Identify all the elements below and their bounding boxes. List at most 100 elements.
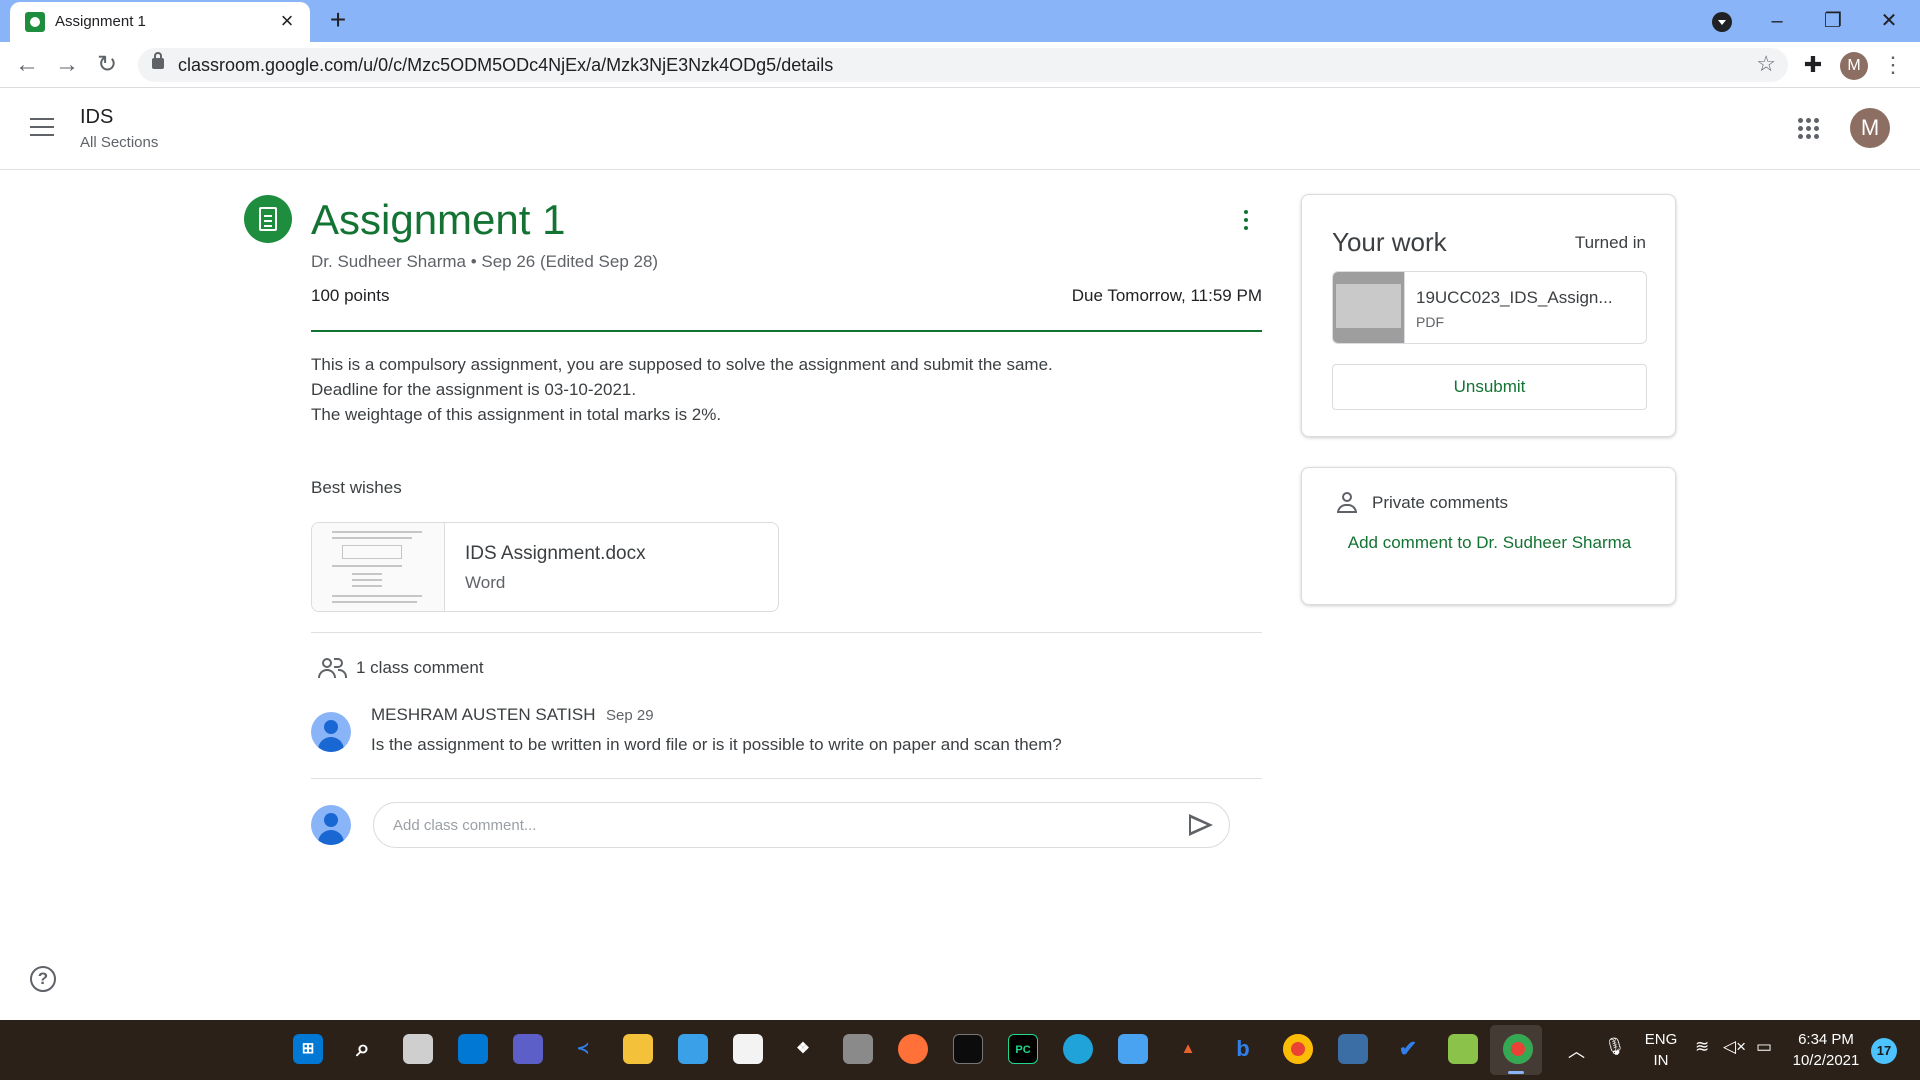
person-icon xyxy=(1336,492,1358,514)
description-line: The weightage of this assignment in tota… xyxy=(311,405,722,424)
description-closing: Best wishes xyxy=(311,478,402,497)
notepad-icon[interactable] xyxy=(1118,1034,1148,1064)
comment-author: MESHRAM AUSTEN SATISH xyxy=(371,705,596,724)
comment-date: Sep 29 xyxy=(606,707,654,724)
widgets-icon[interactable] xyxy=(458,1034,488,1064)
attachment-thumbnail xyxy=(312,523,445,611)
assignment-title: Assignment 1 xyxy=(311,196,566,243)
chrome-icon[interactable] xyxy=(1283,1034,1313,1064)
start-windows-icon[interactable]: ⊞ xyxy=(293,1034,323,1064)
pdf-thumbnail xyxy=(1333,272,1405,343)
attachment-name: IDS Assignment.docx xyxy=(465,543,646,564)
clock-time[interactable]: 6:34 PM xyxy=(1788,1031,1864,1048)
bookmark-star-icon[interactable]: ☆ xyxy=(1756,51,1776,77)
new-tab-icon[interactable]: + xyxy=(324,6,352,34)
class-section: All Sections xyxy=(80,134,159,151)
battery-icon[interactable]: ▭ xyxy=(1756,1037,1772,1057)
reload-icon[interactable]: ↻ xyxy=(90,48,124,82)
class-comment-input[interactable] xyxy=(373,802,1230,848)
browser-menu-icon[interactable]: ⋮ xyxy=(1882,50,1904,80)
search-icon[interactable]: ⌕ xyxy=(348,1034,378,1064)
show-hidden-icons-chevron-icon[interactable]: ︿ xyxy=(1568,1037,1585,1062)
classroom-header: IDS All Sections M xyxy=(0,88,1920,170)
url-text[interactable]: classroom.google.com/u/0/c/Mzc5ODM5ODc4N… xyxy=(178,55,833,76)
back-icon[interactable]: ← xyxy=(10,48,44,82)
bing-icon[interactable]: b xyxy=(1228,1034,1258,1064)
tab-title: Assignment 1 xyxy=(55,13,146,30)
dropbox-icon[interactable]: ❖ xyxy=(788,1034,818,1064)
classroom-favicon-icon xyxy=(25,12,45,32)
title-divider xyxy=(311,330,1262,332)
address-bar[interactable]: classroom.google.com/u/0/c/Mzc5ODM5ODc4N… xyxy=(138,48,1788,82)
work-status: Turned in xyxy=(1574,233,1646,252)
your-work-card: Your work Turned in 19UCC023_IDS_Assign.… xyxy=(1301,194,1676,437)
google-apps-icon[interactable] xyxy=(1798,118,1820,140)
notification-badge[interactable]: 17 xyxy=(1871,1038,1897,1064)
firefox-icon[interactable] xyxy=(898,1034,928,1064)
add-private-comment-link[interactable]: Add comment to Dr. Sudheer Sharma xyxy=(1332,528,1647,558)
people-icon xyxy=(318,656,348,680)
minimize-icon[interactable]: – xyxy=(1754,6,1800,36)
assignment-meta: Dr. Sudheer Sharma • Sep 26 (Edited Sep … xyxy=(311,252,659,271)
file-explorer-icon[interactable] xyxy=(623,1034,653,1064)
input-language[interactable]: ENG xyxy=(1642,1031,1680,1048)
edge-icon[interactable] xyxy=(1063,1034,1093,1064)
vscode-icon[interactable]: ≺ xyxy=(568,1034,598,1064)
pycharm-icon[interactable]: PC xyxy=(1008,1034,1038,1064)
browser-profile-avatar[interactable]: M xyxy=(1840,52,1868,80)
assignment-description: This is a compulsory assignment, you are… xyxy=(311,352,1261,427)
matlab-icon[interactable]: ▲ xyxy=(1173,1034,1203,1064)
assignment-due-date: Due Tomorrow, 11:59 PM xyxy=(1071,286,1262,305)
more-options-icon[interactable] xyxy=(1234,206,1258,234)
assignment-points: 100 points xyxy=(311,286,390,305)
browser-tabstrip: Assignment 1 × + – ❐ ✕ xyxy=(0,0,1920,42)
description-line: This is a compulsory assignment, you are… xyxy=(311,355,1053,374)
attachment-type: Word xyxy=(465,573,506,592)
input-region[interactable]: IN xyxy=(1642,1052,1680,1069)
extensions-puzzle-icon[interactable]: ✚ xyxy=(1800,52,1826,78)
browser-toolbar: ← → ↻ classroom.google.com/u/0/c/Mzc5ODM… xyxy=(0,42,1920,88)
submitted-file[interactable]: 19UCC023_IDS_Assign... PDF xyxy=(1332,271,1647,344)
chrome-profile-icon[interactable] xyxy=(1503,1034,1533,1064)
comments-divider xyxy=(311,632,1262,633)
send-icon[interactable] xyxy=(1189,814,1215,836)
current-user-avatar xyxy=(311,805,351,845)
task-view-icon[interactable] xyxy=(403,1034,433,1064)
mysql-workbench-icon[interactable] xyxy=(1338,1034,1368,1064)
forward-icon[interactable]: → xyxy=(50,48,84,82)
wifi-icon[interactable]: ≋ xyxy=(1695,1037,1709,1057)
tab-search-icon[interactable] xyxy=(1712,12,1732,32)
class-comment-count[interactable]: 1 class comment xyxy=(356,658,484,678)
restore-icon[interactable]: ❐ xyxy=(1810,6,1856,36)
todo-check-icon[interactable]: ✔ xyxy=(1393,1034,1423,1064)
main-menu-icon[interactable] xyxy=(30,118,54,136)
clock-date[interactable]: 10/2/2021 xyxy=(1788,1052,1864,1069)
taskbar-active-indicator xyxy=(1508,1071,1524,1074)
this-pc-icon[interactable] xyxy=(678,1034,708,1064)
terminal-icon[interactable] xyxy=(953,1034,983,1064)
class-name[interactable]: IDS xyxy=(80,106,113,129)
help-icon[interactable]: ? xyxy=(30,966,56,992)
comment-input-divider xyxy=(311,778,1262,779)
unsubmit-button[interactable]: Unsubmit xyxy=(1332,364,1647,410)
assignment-icon xyxy=(244,195,292,243)
commenter-avatar xyxy=(311,712,351,752)
submitted-file-type: PDF xyxy=(1416,314,1444,330)
photos-icon[interactable] xyxy=(1448,1034,1478,1064)
microphone-icon[interactable]: 🎙 xyxy=(1604,1037,1626,1057)
submitted-file-name: 19UCC023_IDS_Assign... xyxy=(1416,288,1613,307)
private-comments-card: Private comments Add comment to Dr. Sudh… xyxy=(1301,467,1676,605)
description-line: Deadline for the assignment is 03-10-202… xyxy=(311,380,637,399)
window-close-icon[interactable]: ✕ xyxy=(1866,6,1912,36)
your-work-title: Your work xyxy=(1332,227,1447,257)
browser-tab[interactable]: Assignment 1 × xyxy=(10,2,310,42)
lock-icon[interactable] xyxy=(152,52,164,69)
comment-text: Is the assignment to be written in word … xyxy=(371,735,1062,754)
volume-muted-icon[interactable]: ◁× xyxy=(1723,1037,1746,1057)
teams-chat-icon[interactable] xyxy=(513,1034,543,1064)
close-tab-icon[interactable]: × xyxy=(274,8,300,34)
attachment-card[interactable]: IDS Assignment.docx Word xyxy=(311,522,779,612)
calculator-icon[interactable] xyxy=(843,1034,873,1064)
microsoft-store-icon[interactable] xyxy=(733,1034,763,1064)
account-avatar[interactable]: M xyxy=(1850,108,1890,148)
